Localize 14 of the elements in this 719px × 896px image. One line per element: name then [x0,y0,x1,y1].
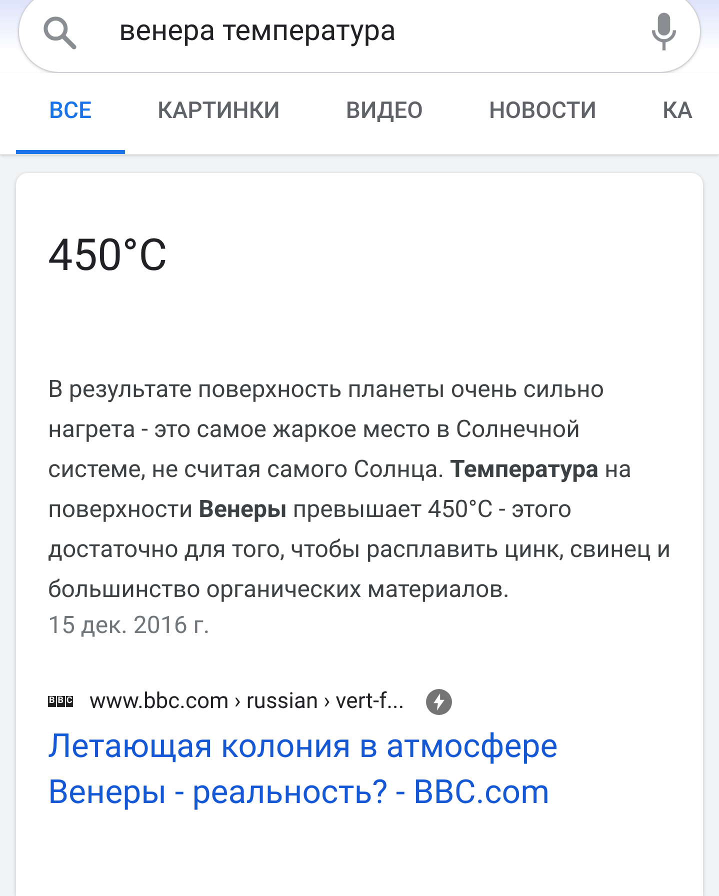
tab[interactable]: ВСЕ [16,73,125,154]
tab[interactable]: КАРТИНКИ [124,73,313,154]
answer-snippet: В результате поверхность планеты очень сильно нагрета - это самое жаркое место в Солнечной системе, не считая самого Солнца. Температура на поверхности Венеры превышает 450°C - этого достаточно для того, чтобы расплавить цинк, свинец и большинство органических материалов. [48,374,671,605]
result-link[interactable]: Летающая колония в атмосфере Венеры - реальность? - BBC.com [48,724,671,816]
answer-date: 15 дек. 2016 г. [48,610,211,641]
source-url: www.bbc.com › russian › vert-f... [89,688,404,716]
tab[interactable]: КА [629,73,719,154]
lightning-icon [426,688,452,714]
search-field[interactable]: венера температура [18,0,701,73]
tab[interactable]: ВИДЕО [312,73,456,154]
source-logo: B B C [48,696,74,707]
search-query: венера температура [119,12,397,50]
answer-value: 450°C [48,233,168,277]
tab[interactable]: НОВОСТИ [456,73,630,154]
